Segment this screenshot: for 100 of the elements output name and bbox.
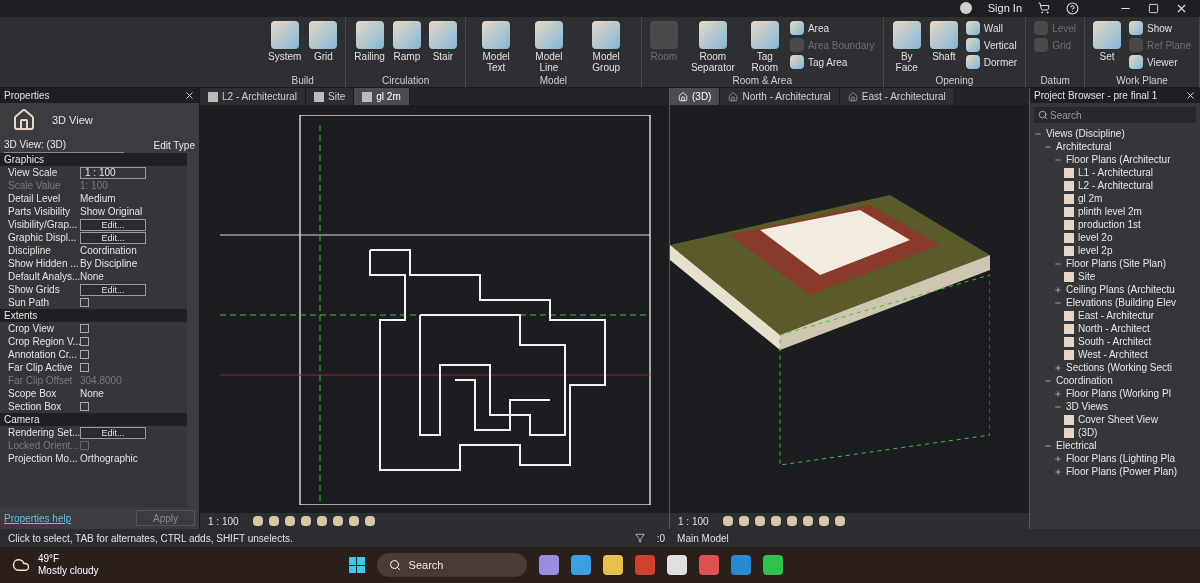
ribbon-tool-button[interactable]: Shaft bbox=[929, 20, 958, 62]
ribbon-tool-button[interactable]: Set bbox=[1093, 20, 1122, 62]
view-tab[interactable]: Site bbox=[306, 88, 355, 105]
ribbon-tool-button[interactable]: Railing bbox=[354, 20, 385, 62]
ribbon-small-button[interactable]: Dormer bbox=[965, 54, 1018, 70]
ribbon-small-button[interactable]: Viewer bbox=[1129, 54, 1191, 70]
tree-item[interactable]: L2 - Architectural bbox=[1078, 178, 1154, 193]
view-control-icon[interactable] bbox=[252, 516, 263, 526]
tree-item[interactable]: Floor Plans (Working Pl bbox=[1066, 386, 1171, 401]
tree-item[interactable]: Cover Sheet View bbox=[1078, 412, 1158, 427]
scale-label[interactable]: 1 : 100 bbox=[208, 513, 239, 529]
checkbox[interactable] bbox=[80, 363, 89, 372]
edit-type-button[interactable]: Edit Type bbox=[153, 137, 195, 153]
tree-item[interactable]: level 2p bbox=[1078, 243, 1113, 258]
ribbon-tool-button[interactable]: Model Line bbox=[526, 20, 572, 73]
tree-item[interactable]: Floor Plans (Power Plan) bbox=[1066, 464, 1178, 479]
ribbon-tool-button[interactable]: System bbox=[268, 20, 302, 62]
tree-item[interactable]: Floor Plans (Site Plan) bbox=[1066, 256, 1167, 271]
tree-item[interactable]: Architectural bbox=[1056, 139, 1112, 154]
view-tab[interactable]: East - Architectural bbox=[839, 88, 955, 105]
view-control-icon[interactable] bbox=[284, 516, 295, 526]
ribbon-tool-button[interactable]: Stair bbox=[428, 20, 457, 62]
view-control-icon[interactable] bbox=[818, 516, 829, 526]
tree-item[interactable]: L1 - Architectural bbox=[1078, 165, 1154, 180]
view-control-icon[interactable] bbox=[834, 516, 845, 526]
expand-icon[interactable] bbox=[1054, 285, 1062, 294]
app-icon[interactable] bbox=[538, 555, 559, 575]
expand-icon[interactable] bbox=[1054, 467, 1062, 476]
view-control-icon[interactable] bbox=[770, 516, 781, 526]
view-tab[interactable]: (3D) bbox=[670, 88, 721, 105]
help-link[interactable]: Properties help bbox=[4, 510, 72, 526]
view-control-icon[interactable] bbox=[802, 516, 813, 526]
checkbox[interactable] bbox=[80, 402, 89, 411]
ribbon-small-button[interactable]: Tag Area bbox=[789, 54, 875, 70]
section-header[interactable]: Graphics bbox=[0, 153, 187, 166]
close-icon[interactable] bbox=[1185, 90, 1196, 101]
tree-item[interactable]: Coordination bbox=[1056, 373, 1113, 388]
property-field[interactable]: 1 : 100 bbox=[80, 166, 146, 179]
checkbox[interactable] bbox=[80, 350, 89, 359]
tree-item[interactable]: Views (Discipline) bbox=[1046, 126, 1125, 141]
tree-item[interactable]: level 2o bbox=[1078, 230, 1113, 245]
view-control-icon[interactable] bbox=[722, 516, 733, 526]
checkbox[interactable] bbox=[80, 298, 89, 307]
view-control-icon[interactable] bbox=[316, 516, 327, 526]
view-control-icon[interactable] bbox=[332, 516, 343, 526]
start-icon[interactable] bbox=[348, 557, 365, 573]
scale-label[interactable]: 1 : 100 bbox=[678, 513, 709, 529]
tree-item[interactable]: East - Architectur bbox=[1078, 308, 1155, 323]
view-tab[interactable]: L2 - Architectural bbox=[200, 88, 307, 105]
section-header[interactable]: Extents bbox=[0, 309, 187, 322]
maximize-icon[interactable] bbox=[1148, 2, 1159, 14]
tree-item[interactable]: 3D Views bbox=[1066, 399, 1109, 414]
app-icon[interactable] bbox=[666, 555, 687, 575]
tree-item[interactable]: Floor Plans (Lighting Pla bbox=[1066, 451, 1175, 466]
tree-item[interactable]: (3D) bbox=[1078, 425, 1098, 440]
expand-icon[interactable] bbox=[1054, 389, 1062, 398]
tree-item[interactable]: Elevations (Building Elev bbox=[1066, 295, 1177, 310]
tree-item[interactable]: plinth level 2m bbox=[1078, 204, 1142, 219]
ribbon-tool-button[interactable]: Model Group bbox=[579, 20, 633, 73]
app-icon[interactable] bbox=[570, 555, 591, 575]
ribbon-small-button[interactable]: Area bbox=[789, 20, 875, 36]
ribbon-tool-button[interactable]: By Face bbox=[891, 20, 922, 73]
tree-item[interactable]: North - Architect bbox=[1078, 321, 1150, 336]
view-control-icon[interactable] bbox=[268, 516, 279, 526]
tree-item[interactable]: South - Architect bbox=[1078, 334, 1152, 349]
ribbon-small-button[interactable]: Show bbox=[1129, 20, 1191, 36]
view-control-icon[interactable] bbox=[754, 516, 765, 526]
view-tab[interactable]: North - Architectural bbox=[720, 88, 840, 105]
tree-item[interactable]: Floor Plans (Architectur bbox=[1066, 152, 1171, 167]
search-field[interactable]: Search bbox=[1034, 107, 1196, 123]
ribbon-tool-button[interactable]: Room Separator bbox=[685, 20, 740, 73]
edit-button[interactable]: Edit... bbox=[80, 231, 146, 244]
help-icon[interactable] bbox=[1066, 1, 1079, 15]
tree-item[interactable]: West - Architect bbox=[1078, 347, 1148, 362]
filter-icon[interactable] bbox=[634, 533, 645, 543]
cart-icon[interactable] bbox=[1038, 2, 1050, 15]
taskbar-search-field[interactable]: Search bbox=[376, 553, 527, 577]
view-control-icon[interactable] bbox=[786, 516, 797, 526]
expand-icon[interactable] bbox=[1054, 363, 1062, 372]
view-control-icon[interactable] bbox=[348, 516, 359, 526]
ribbon-tool-button[interactable]: Ramp bbox=[392, 20, 421, 62]
checkbox[interactable] bbox=[80, 337, 89, 346]
section-header[interactable]: Camera bbox=[0, 413, 187, 426]
ribbon-tool-button[interactable]: Tag Room bbox=[747, 20, 782, 73]
tree-item[interactable]: Sections (Working Secti bbox=[1066, 360, 1172, 375]
expand-icon[interactable] bbox=[1054, 454, 1062, 463]
checkbox[interactable] bbox=[80, 324, 89, 333]
view-control-icon[interactable] bbox=[738, 516, 749, 526]
ribbon-small-button[interactable]: Vertical bbox=[965, 37, 1018, 53]
tree-item[interactable]: production 1st bbox=[1078, 217, 1141, 232]
view-control-icon[interactable] bbox=[364, 516, 375, 526]
tree-item[interactable]: gl 2m bbox=[1078, 191, 1103, 206]
edit-button[interactable]: Edit... bbox=[80, 218, 146, 231]
view-control-icon[interactable] bbox=[300, 516, 311, 526]
app-icon[interactable] bbox=[762, 555, 783, 575]
app-icon[interactable] bbox=[602, 555, 623, 575]
workset-selector[interactable]: Main Model bbox=[677, 530, 798, 546]
sign-in-button[interactable]: Sign In bbox=[987, 0, 1022, 17]
edit-button[interactable]: Edit... bbox=[80, 426, 146, 439]
tree-item[interactable]: Ceiling Plans (Architectu bbox=[1066, 282, 1175, 297]
